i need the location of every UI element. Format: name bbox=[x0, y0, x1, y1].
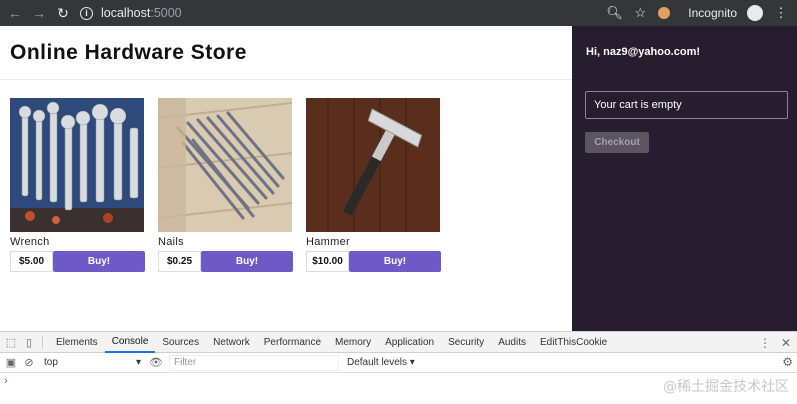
sidebar-toggle-icon[interactable]: ▣ bbox=[4, 356, 18, 370]
tab-elements[interactable]: Elements bbox=[49, 332, 105, 353]
filter-input[interactable]: Filter bbox=[169, 354, 339, 371]
gear-icon[interactable]: ⚙ bbox=[782, 355, 793, 369]
user-greeting: Hi, naz9@yahoo.com! bbox=[586, 46, 701, 58]
address-bar[interactable]: i localhost:5000 bbox=[80, 3, 690, 23]
product-card: Hammer $10.00 Buy! bbox=[306, 98, 441, 272]
product-card: Nails $0.25 Buy! bbox=[158, 98, 293, 272]
context-value: top bbox=[44, 357, 58, 368]
clear-console-icon[interactable]: ⊘ bbox=[22, 356, 36, 370]
tab-application[interactable]: Application bbox=[378, 332, 441, 353]
tab-audits[interactable]: Audits bbox=[491, 332, 533, 353]
product-image-wrench bbox=[10, 98, 144, 232]
buy-button[interactable]: Buy! bbox=[53, 251, 145, 272]
cart-sidebar: Hi, naz9@yahoo.com! Your cart is empty C… bbox=[572, 26, 797, 331]
devtools-menu-icon[interactable]: ⋮ bbox=[759, 336, 771, 350]
product-price: $5.00 bbox=[10, 251, 53, 272]
store-main: Online Hardware Store Wrench $5.00 Buy! … bbox=[0, 26, 572, 331]
close-devtools-icon[interactable]: ✕ bbox=[781, 336, 791, 350]
context-select[interactable]: top ▾ bbox=[40, 355, 145, 371]
back-arrow-icon[interactable]: ← bbox=[6, 4, 24, 22]
star-icon[interactable]: ☆ bbox=[632, 5, 648, 21]
cookie-extension-icon[interactable] bbox=[658, 7, 671, 19]
devtools-panel: ⬚ ▯ Elements Console Sources Network Per… bbox=[0, 331, 797, 404]
buy-button[interactable]: Buy! bbox=[349, 251, 441, 272]
incognito-label: Incognito bbox=[688, 6, 737, 20]
info-icon[interactable]: i bbox=[80, 6, 93, 20]
product-name: Wrench bbox=[10, 236, 50, 248]
product-price: $0.25 bbox=[158, 251, 201, 272]
page-title: Online Hardware Store bbox=[10, 41, 247, 64]
forward-arrow-icon[interactable]: → bbox=[30, 4, 48, 22]
product-price: $10.00 bbox=[306, 251, 349, 272]
checkout-button[interactable]: Checkout bbox=[585, 132, 649, 153]
product-card: Wrench $5.00 Buy! bbox=[10, 98, 145, 272]
product-image-nails bbox=[158, 98, 292, 232]
tab-console[interactable]: Console bbox=[104, 332, 156, 353]
device-toggle-icon[interactable]: ▯ bbox=[22, 335, 36, 349]
reload-icon[interactable]: ↻ bbox=[54, 4, 72, 22]
header-divider bbox=[0, 79, 572, 80]
inspect-element-icon[interactable]: ⬚ bbox=[4, 335, 18, 349]
product-image-hammer bbox=[306, 98, 440, 232]
eye-icon[interactable]: 👁︎ bbox=[149, 356, 163, 370]
tab-network[interactable]: Network bbox=[206, 332, 257, 353]
devtools-tabbar: ⬚ ▯ Elements Console Sources Network Per… bbox=[0, 332, 797, 353]
tab-memory[interactable]: Memory bbox=[328, 332, 378, 353]
incognito-avatar-icon[interactable] bbox=[747, 5, 763, 21]
product-name: Hammer bbox=[306, 236, 350, 248]
url-port: :5000 bbox=[150, 6, 182, 20]
zoom-icon[interactable]: 🔍︎ bbox=[606, 5, 623, 21]
tab-performance[interactable]: Performance bbox=[257, 332, 328, 353]
url-host: localhost bbox=[101, 6, 151, 20]
buy-button[interactable]: Buy! bbox=[201, 251, 293, 272]
watermark: @稀土掘金技术社区 bbox=[663, 379, 789, 395]
console-toolbar: ▣ ⊘ top ▾ 👁︎ Filter Default levels ▾ ⚙ bbox=[0, 353, 797, 373]
tab-sources[interactable]: Sources bbox=[155, 332, 206, 353]
tab-security[interactable]: Security bbox=[441, 332, 491, 353]
chevron-down-icon: ▾ bbox=[135, 357, 141, 368]
cart-status: Your cart is empty bbox=[585, 91, 788, 119]
menu-kebab-icon[interactable]: ⋮ bbox=[773, 5, 789, 21]
page: Online Hardware Store Wrench $5.00 Buy! … bbox=[0, 26, 797, 331]
product-name: Nails bbox=[158, 236, 184, 248]
browser-toolbar: ← → ↻ i localhost:5000 🔍︎ ☆ Incognito ⋮ bbox=[0, 0, 797, 26]
log-levels-dropdown[interactable]: Default levels ▾ bbox=[347, 357, 415, 368]
toolbar-divider bbox=[42, 335, 43, 349]
tab-editthiscookie[interactable]: EditThisCookie bbox=[533, 332, 614, 353]
